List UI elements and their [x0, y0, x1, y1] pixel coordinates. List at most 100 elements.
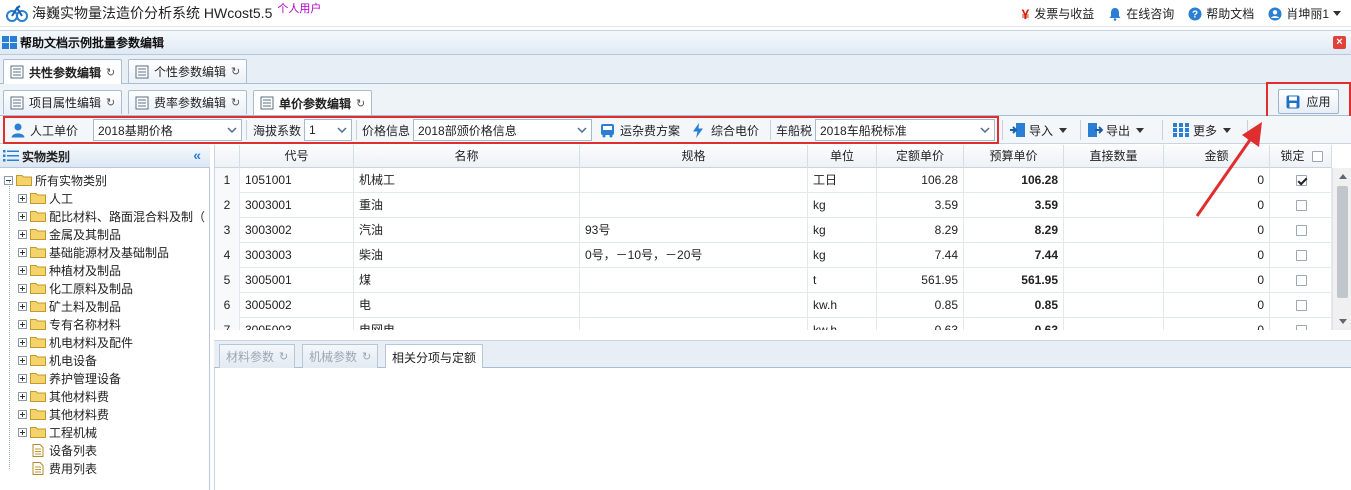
tab-unit-price-params[interactable]: 单价参数编辑 ↻ [253, 90, 373, 115]
spec-cell[interactable] [580, 318, 808, 330]
column-header[interactable]: 定额单价 [877, 145, 964, 168]
expand-icon[interactable] [18, 193, 27, 203]
quota-price-cell[interactable]: 7.44 [877, 243, 964, 268]
amount-cell[interactable]: 0 [1164, 168, 1270, 193]
consult-link[interactable]: 在线咨询 [1108, 5, 1174, 22]
export-button[interactable]: 导出 [1087, 118, 1145, 142]
column-header[interactable]: 单位 [808, 145, 877, 168]
amount-cell[interactable]: 0 [1164, 318, 1270, 330]
invoice-link[interactable]: ¥ 发票与收益 [1021, 5, 1094, 22]
refresh-icon[interactable]: ↻ [279, 350, 288, 363]
tree-leaf[interactable]: 设备列表 [30, 441, 97, 459]
direct-qty-cell[interactable] [1064, 318, 1164, 330]
tree-node[interactable]: 机电设备 [18, 351, 97, 369]
table-row[interactable]: 1 1051001 机械工 工日 106.28 106.28 0 [215, 168, 1332, 193]
code-cell[interactable]: 3005002 [240, 293, 354, 318]
direct-qty-cell[interactable] [1064, 268, 1164, 293]
tree-node[interactable]: 人工 [18, 189, 73, 207]
column-header[interactable]: 代号 [240, 145, 354, 168]
budget-price-cell[interactable]: 3.59 [964, 193, 1064, 218]
name-cell[interactable]: 重油 [354, 193, 580, 218]
expand-icon[interactable] [18, 229, 27, 239]
column-header[interactable]: 金额 [1164, 145, 1270, 168]
table-row[interactable]: 3 3003002 汽油 93号 kg 8.29 8.29 0 [215, 218, 1332, 243]
expand-icon[interactable] [18, 355, 27, 365]
quota-price-cell[interactable]: 3.59 [877, 193, 964, 218]
unit-cell[interactable]: kg [808, 193, 877, 218]
amount-cell[interactable]: 0 [1164, 218, 1270, 243]
scrollbar-thumb[interactable] [1337, 186, 1348, 298]
direct-qty-cell[interactable] [1064, 168, 1164, 193]
column-header[interactable]: 规格 [580, 145, 808, 168]
tree-node[interactable]: 工程机械 [18, 423, 97, 441]
spec-cell[interactable] [580, 268, 808, 293]
tab-individual-params[interactable]: 个性参数编辑 ↻ [128, 59, 248, 83]
lock-checkbox[interactable] [1296, 175, 1307, 186]
import-button[interactable]: 导入 [1010, 118, 1068, 142]
column-header[interactable]: 直接数量 [1064, 145, 1164, 168]
user-menu[interactable]: 肖坤丽1 [1268, 5, 1345, 22]
refresh-icon[interactable]: ↻ [106, 96, 115, 109]
table-row[interactable]: 7 3005003 电网电 kw.h 0.63 0.63 0 [215, 318, 1332, 330]
code-cell[interactable]: 3003002 [240, 218, 354, 243]
refresh-icon[interactable]: ↻ [106, 66, 115, 79]
spec-cell[interactable] [580, 168, 808, 193]
tab-material-params[interactable]: 材料参数 ↻ [219, 344, 296, 368]
refresh-icon[interactable]: ↻ [231, 96, 240, 109]
amount-cell[interactable]: 0 [1164, 293, 1270, 318]
lock-checkbox[interactable] [1296, 300, 1307, 311]
refresh-icon[interactable]: ↻ [231, 65, 240, 78]
budget-price-cell[interactable]: 0.85 [964, 293, 1064, 318]
quota-price-cell[interactable]: 8.29 [877, 218, 964, 243]
unit-cell[interactable]: kg [808, 218, 877, 243]
table-row[interactable]: 4 3003003 柴油 0号，－10号，－20号 kg 7.44 7.44 0 [215, 243, 1332, 268]
expand-icon[interactable] [18, 319, 27, 329]
tree-node[interactable]: 基础能源材及基础制品 [18, 243, 169, 261]
expand-icon[interactable] [18, 427, 27, 437]
code-cell[interactable]: 3005001 [240, 268, 354, 293]
expand-icon[interactable] [18, 247, 27, 257]
expand-icon[interactable] [18, 391, 27, 401]
lock-all-checkbox[interactable] [1312, 151, 1323, 162]
expand-icon[interactable] [18, 373, 27, 383]
budget-price-cell[interactable]: 0.63 [964, 318, 1064, 330]
tree-node[interactable]: 其他材料费 [18, 405, 109, 423]
column-header[interactable]: 锁定 [1270, 145, 1332, 168]
tab-project-attributes[interactable]: 项目属性编辑 ↻ [3, 90, 123, 114]
tree-leaf[interactable]: 费用列表 [30, 459, 97, 477]
budget-price-cell[interactable]: 7.44 [964, 243, 1064, 268]
scroll-down-icon[interactable] [1339, 319, 1347, 324]
expand-icon[interactable] [18, 409, 27, 419]
spec-cell[interactable]: 0号，－10号，－20号 [580, 243, 808, 268]
amount-cell[interactable]: 0 [1164, 243, 1270, 268]
quota-price-cell[interactable]: 106.28 [877, 168, 964, 193]
close-panel-button[interactable]: × [1333, 36, 1346, 49]
help-link[interactable]: ? 帮助文档 [1188, 5, 1254, 22]
name-cell[interactable]: 汽油 [354, 218, 580, 243]
expand-icon[interactable] [18, 337, 27, 347]
name-cell[interactable]: 电网电 [354, 318, 580, 330]
direct-qty-cell[interactable] [1064, 243, 1164, 268]
quota-price-cell[interactable]: 561.95 [877, 268, 964, 293]
lock-checkbox[interactable] [1296, 200, 1307, 211]
code-cell[interactable]: 3003003 [240, 243, 354, 268]
direct-qty-cell[interactable] [1064, 193, 1164, 218]
tree-node[interactable]: 化工原料及制品 [18, 279, 133, 297]
column-header[interactable]: 预算单价 [964, 145, 1064, 168]
tree-root[interactable]: 所有实物类别 [4, 171, 107, 189]
unit-cell[interactable]: kg [808, 243, 877, 268]
lock-checkbox[interactable] [1296, 325, 1307, 330]
unit-cell[interactable]: kw.h [808, 318, 877, 330]
amount-cell[interactable]: 0 [1164, 193, 1270, 218]
lock-checkbox[interactable] [1296, 225, 1307, 236]
budget-price-cell[interactable]: 106.28 [964, 168, 1064, 193]
grid-vertical-scrollbar[interactable] [1332, 168, 1351, 330]
spec-cell[interactable] [580, 293, 808, 318]
tree-node[interactable]: 种植材及制品 [18, 261, 121, 279]
tab-rate-params[interactable]: 费率参数编辑 ↻ [128, 90, 248, 114]
spec-cell[interactable]: 93号 [580, 218, 808, 243]
direct-qty-cell[interactable] [1064, 218, 1164, 243]
tree-node[interactable]: 养护管理设备 [18, 369, 121, 387]
quota-price-cell[interactable]: 0.63 [877, 318, 964, 330]
collapse-panel-icon[interactable]: « [193, 147, 201, 163]
